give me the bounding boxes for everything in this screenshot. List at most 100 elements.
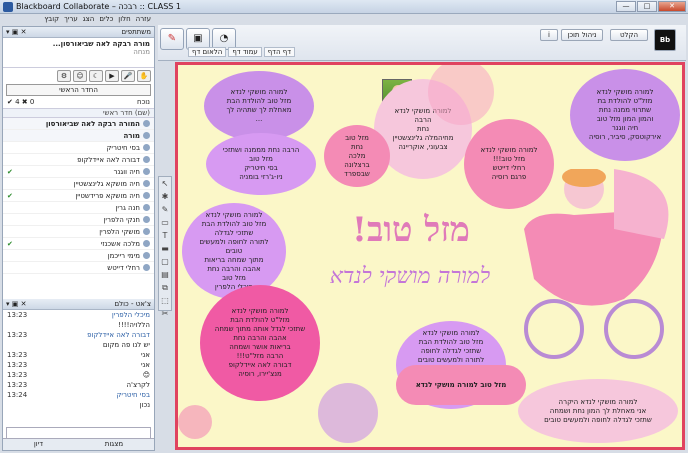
bb-logo: Bb xyxy=(654,29,676,51)
participant-row[interactable]: בסי חיטריק xyxy=(3,142,154,154)
emotion-icon[interactable]: ☺ xyxy=(73,70,87,82)
whiteboard-tools: ↖ ✱ ✎ ▭ T ▬ ▢ ▤ ⧉ ⬚ ✂ xyxy=(158,176,172,318)
panel-options-icon[interactable]: ▾ ▣ ✕ xyxy=(6,28,26,36)
app-logo-icon xyxy=(3,1,13,12)
title-bar: Blackboard Collaborate – רבכה :: CLASS 1… xyxy=(0,0,688,14)
carriage-hood-icon xyxy=(614,169,669,239)
participant-row[interactable]: רחלי דייטש xyxy=(3,262,154,274)
chat-row: 13:23 אני xyxy=(7,361,150,369)
main-toolbar: ✎ ▣ ◔ דף הדף עמוד דף הלאום דף i ניהול תו… xyxy=(158,25,686,61)
page-nav: דף הדף עמוד דף הלאום דף xyxy=(188,47,296,57)
close-button[interactable]: ✕ xyxy=(658,1,686,12)
chat-panel: ▾ ▣ ✕ צ'אט - כולם 13:23 מיכלי הלפרין הללו… xyxy=(3,299,154,441)
participant-row[interactable]: מימי רייכמן xyxy=(3,250,154,262)
menu-edit[interactable]: עריך xyxy=(64,15,78,24)
rect-tool-icon[interactable]: ▢ xyxy=(159,256,171,268)
nav-tab-1[interactable]: דף הדף xyxy=(263,47,296,57)
board-subtitle: למורה מושקי לנדא xyxy=(329,264,491,289)
participant-row[interactable]: ✔ חיה מושקא פרידשטיין xyxy=(3,190,154,202)
user-icon xyxy=(143,168,150,175)
wheel-icon xyxy=(604,299,664,359)
record-button[interactable]: הקלט xyxy=(610,29,648,41)
nav-tab-3[interactable]: הלאום דף xyxy=(188,47,227,57)
menu-file[interactable]: קובץ xyxy=(44,15,59,24)
chat-row: 13:23 😊 xyxy=(7,371,150,379)
maximize-button[interactable]: □ xyxy=(637,1,657,12)
greeting-bubble: למורה מושקי לנדא מזל טוב להולדת הבת שתזכ… xyxy=(182,203,286,299)
highlighter-tool-icon[interactable]: ▭ xyxy=(159,217,171,229)
text-tool-icon[interactable]: T xyxy=(159,230,171,242)
greeting-bubble: מזל טוב נחת מלכה ברצלונה שבספרד xyxy=(324,125,390,187)
participant-row[interactable]: מורה xyxy=(3,130,154,142)
chat-options-icon[interactable]: ▾ ▣ ✕ xyxy=(6,300,26,308)
menu-help[interactable]: עזרה xyxy=(136,15,151,24)
board-title: מזל טוב! xyxy=(352,210,470,250)
away-icon[interactable]: ☾ xyxy=(89,70,103,82)
attendance-label: נוכח xyxy=(137,98,150,106)
whiteboard-tool-button[interactable]: ✎ xyxy=(160,28,184,50)
info-icon[interactable]: i xyxy=(540,29,558,41)
menu-window[interactable]: חלון xyxy=(118,15,130,24)
participant-row[interactable]: המורה רבקה לאה שביאורסון xyxy=(3,118,154,130)
participants-header: ▾ ▣ ✕ משתתפים xyxy=(3,27,154,38)
web-tour-icon: ◔ xyxy=(219,33,229,44)
moderator-info: מורה רבקה לאה שביאורסון... מנחה xyxy=(3,38,154,68)
user-icon xyxy=(143,240,150,247)
pen-tool-icon[interactable]: ✎ xyxy=(159,204,171,216)
line-tool-icon[interactable]: ▬ xyxy=(159,243,171,255)
chat-row: 13:23 לקרצ'ה xyxy=(7,381,150,389)
settings-icon[interactable]: ⚙ xyxy=(57,70,71,82)
menu-tools[interactable]: כלים xyxy=(99,15,113,24)
participant-row[interactable]: חנה גרין xyxy=(3,202,154,214)
greeting-bubble: למורה מושקי לנדא מזל"ט להולדת בת שתרווי … xyxy=(570,69,680,161)
cut-tool-icon[interactable]: ✂ xyxy=(159,308,171,320)
moderator-role: מנחה xyxy=(133,48,150,56)
raise-hand-icon[interactable]: ✋ xyxy=(137,70,151,82)
content-button[interactable]: ניהול תוכן xyxy=(561,29,603,41)
user-icon xyxy=(143,216,150,223)
left-panel: ▾ ▣ ✕ משתתפים מורה רבקה לאה שביאורסון...… xyxy=(2,26,155,451)
menu-view[interactable]: הצג xyxy=(83,15,95,24)
participant-row[interactable]: דבורה לאה איידלקופ xyxy=(3,154,154,166)
user-icon xyxy=(143,132,150,139)
fill-tool-icon[interactable]: ▤ xyxy=(159,269,171,281)
video-icon[interactable]: ▶ xyxy=(105,70,119,82)
screen-tool-icon[interactable]: ⧉ xyxy=(159,282,171,294)
participants-title: משתתפים xyxy=(121,28,152,36)
clip-tool-icon[interactable]: ⬚ xyxy=(159,295,171,307)
bottom-tabs: דיון מצגות xyxy=(3,438,154,450)
decor-circle xyxy=(318,383,378,443)
chat-title: צ'אט - כולם xyxy=(114,300,151,308)
user-icon xyxy=(143,252,150,259)
moderator-name: מורה רבקה לאה שביאורסון... xyxy=(52,40,150,48)
participant-list-header: (שם) חדר ראשי xyxy=(3,108,154,118)
decor-circle xyxy=(178,405,212,439)
window-title: Blackboard Collaborate – רבכה :: CLASS 1 xyxy=(16,2,182,11)
participant-row[interactable]: חנקי הלפרין xyxy=(3,214,154,226)
chat-row: 13:23 דבורה לאה איידלקופ xyxy=(7,331,150,339)
status-icon: ✔ xyxy=(7,239,13,248)
whiteboard-icon: ✎ xyxy=(167,33,177,44)
participant-row[interactable]: חיה מושקא גלינצשטיין xyxy=(3,178,154,190)
pointer-tool-icon[interactable]: ✱ xyxy=(159,191,171,203)
room-select[interactable]: החדר הראשי xyxy=(6,84,151,96)
user-icon xyxy=(143,264,150,271)
participant-row[interactable]: מושקי הלפרין xyxy=(3,226,154,238)
participant-list: המורה רבקה לאה שביאורסון מורה בסי חיטריק… xyxy=(3,118,154,296)
whiteboard-canvas[interactable]: למורה מושקי לנדא מזל טוב להולדת הבת מאחל… xyxy=(175,62,685,450)
minimize-button[interactable]: — xyxy=(616,1,636,12)
tab-presentations[interactable]: מצגות xyxy=(105,439,123,450)
select-tool-icon[interactable]: ↖ xyxy=(159,178,171,190)
nav-tab-2[interactable]: עמוד דף xyxy=(228,47,262,57)
wheel-icon xyxy=(524,299,584,359)
participant-row[interactable]: ✔ מלכה אשכנזי xyxy=(3,238,154,250)
greeting-bubble: למורה מושקי לנדא היקרה אני מאחלת לך המון… xyxy=(518,379,678,443)
app-share-icon: ▣ xyxy=(193,33,203,44)
user-icon xyxy=(143,180,150,187)
chat-messages: 13:23 מיכלי הלפרין הללויה!!!! 13:23 דבורה … xyxy=(3,310,154,425)
mic-icon[interactable]: 🎤 xyxy=(121,70,135,82)
chat-header: ▾ ▣ ✕ צ'אט - כולם xyxy=(3,299,154,310)
tab-discussion[interactable]: דיון xyxy=(34,439,43,450)
chat-row: 13:23 אני xyxy=(7,351,150,359)
participant-row[interactable]: ✔ חיה ווגנר xyxy=(3,166,154,178)
